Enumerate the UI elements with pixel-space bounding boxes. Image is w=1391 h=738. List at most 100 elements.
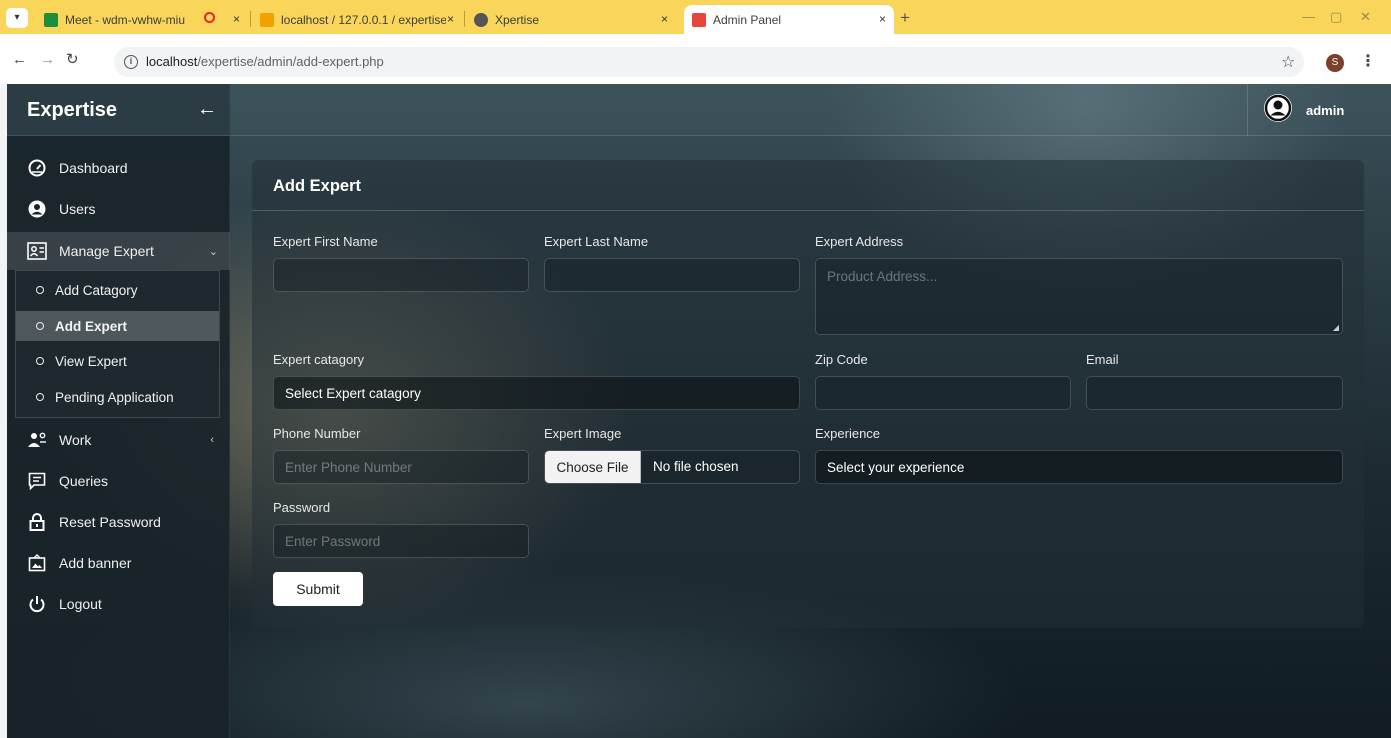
category-label: Expert catagory [273, 352, 365, 367]
dashboard-icon [27, 158, 47, 178]
chevron-down-icon: ⌄ [208, 245, 218, 258]
phone-label: Phone Number [273, 426, 361, 441]
tab-close-icon[interactable]: × [233, 12, 240, 26]
last-name-label: Expert Last Name [544, 234, 649, 249]
site-info-icon[interactable]: i [124, 55, 138, 69]
category-select-value: Select Expert catagory [285, 385, 421, 401]
experience-label: Experience [815, 426, 881, 441]
profile-avatar[interactable]: S [1326, 54, 1344, 72]
first-name-label: Expert First Name [273, 234, 378, 249]
tab-title: localhost / 127.0.0.1 / expertise [281, 12, 446, 27]
experience-select[interactable]: Select your experience [815, 450, 1343, 484]
sidebar-item-label: Work [59, 432, 92, 448]
lock-icon [27, 512, 47, 532]
submenu-item-add-catagory[interactable]: Add Catagory [16, 275, 219, 305]
recording-icon [204, 12, 215, 23]
page-title: Add Expert [273, 177, 362, 195]
sidebar-item-queries[interactable]: Queries [7, 463, 230, 499]
image-label: Expert Image [544, 426, 622, 441]
address-placeholder: Product Address... [827, 269, 938, 284]
minimize-icon[interactable]: — [1302, 9, 1315, 24]
experience-select-value: Select your experience [827, 459, 965, 475]
globe-favicon-icon [474, 12, 488, 27]
email-input[interactable] [1086, 376, 1343, 410]
chevron-left-icon: ‹ [210, 434, 214, 446]
email-label: Email [1086, 352, 1119, 367]
zip-label: Zip Code [815, 352, 868, 367]
sidebar-item-add-banner[interactable]: Add banner [7, 545, 230, 581]
submit-button[interactable]: Submit [273, 572, 363, 606]
sidebar-item-users[interactable]: Users [7, 191, 230, 227]
sidebar-item-work[interactable]: Work ‹ [7, 422, 230, 458]
tab-title: Meet - wdm-vwhw-miu [65, 12, 186, 27]
password-input[interactable]: Enter Password [273, 524, 529, 558]
image-file-input[interactable]: Choose File No file chosen [544, 450, 800, 484]
tab-close-icon[interactable]: × [447, 12, 454, 26]
sidebar-item-logout[interactable]: Logout [7, 586, 230, 622]
circle-bullet-icon [36, 286, 44, 294]
browser-tab-strip: ▾ Meet - wdm-vwhw-miu × localhost / 127.… [0, 0, 1391, 34]
category-select[interactable]: Select Expert catagory [273, 376, 800, 410]
maximize-icon[interactable]: ▢ [1330, 9, 1342, 25]
browser-menu-icon[interactable]: ⋮ [1360, 51, 1376, 71]
tab-close-icon[interactable]: × [661, 12, 668, 26]
sidebar-item-dashboard[interactable]: Dashboard [7, 150, 230, 186]
reload-icon[interactable]: ↻ [66, 52, 79, 67]
tab-admin-panel[interactable]: Admin Panel × [684, 5, 894, 34]
phpmyadmin-favicon-icon [260, 12, 274, 27]
choose-file-button[interactable]: Choose File [545, 451, 641, 483]
sidebar-item-label: Queries [59, 473, 109, 489]
user-menu[interactable]: admin [1247, 84, 1367, 136]
new-tab-icon[interactable]: + [900, 8, 910, 28]
sidebar-item-label: Manage Expert [59, 243, 154, 259]
bookmark-star-icon[interactable]: ☆ [1281, 52, 1295, 72]
username: admin [1306, 103, 1345, 118]
tab-title: Admin Panel [713, 12, 782, 27]
submenu-item-pending-application[interactable]: Pending Application [16, 382, 219, 412]
circle-bullet-icon [36, 357, 44, 365]
tab-close-icon[interactable]: × [879, 12, 886, 26]
password-label: Password [273, 500, 331, 515]
file-status: No file chosen [653, 459, 739, 474]
sidebar-brand: Expertise ← [7, 84, 230, 136]
forward-arrow-icon[interactable]: → [40, 52, 55, 67]
brand-title[interactable]: Expertise [27, 99, 117, 122]
phone-placeholder: Enter Phone Number [285, 459, 412, 475]
circle-bullet-icon [36, 393, 44, 401]
admin-page: Expertise ← Dashboard Users Manage Exper… [7, 84, 1391, 738]
add-expert-card: Add Expert Expert First Name Expert Last… [252, 160, 1364, 628]
manage-expert-submenu: Add Catagory Add Expert View Expert Pend… [15, 270, 220, 418]
sidebar-item-reset-password[interactable]: Reset Password [7, 504, 230, 540]
sidebar-item-label: Reset Password [59, 514, 161, 530]
card-divider [252, 210, 1364, 211]
url-path: /expertise/admin/add-expert.php [197, 54, 384, 69]
sidebar-item-label: Users [59, 201, 96, 217]
submenu-item-label: View Expert [55, 353, 127, 369]
phone-input[interactable]: Enter Phone Number [273, 450, 529, 484]
sidebar-item-manage-expert[interactable]: Manage Expert ⌄ [7, 232, 230, 270]
last-name-input[interactable] [544, 258, 800, 292]
url-host: localhost [146, 54, 198, 69]
queries-icon [27, 471, 47, 491]
work-icon [27, 430, 47, 450]
tab-phpmyadmin[interactable]: localhost / 127.0.0.1 / expertise × [252, 5, 462, 34]
resize-grip-icon[interactable]: ◢ [1333, 323, 1339, 332]
sidebar-collapse-arrow-icon[interactable]: ← [197, 98, 217, 121]
first-name-input[interactable] [273, 258, 529, 292]
url-text[interactable]: localhost/expertise/admin/add-expert.php [146, 54, 384, 69]
tab-meet[interactable]: Meet - wdm-vwhw-miu × [36, 5, 248, 34]
tab-separator [464, 11, 465, 27]
meet-favicon-icon [44, 12, 58, 27]
address-textarea[interactable]: Product Address... ◢ [815, 258, 1343, 335]
address-label: Expert Address [815, 234, 904, 249]
submenu-item-label: Pending Application [55, 389, 174, 405]
sidebar: Expertise ← Dashboard Users Manage Exper… [7, 84, 230, 738]
submenu-item-add-expert[interactable]: Add Expert [16, 311, 219, 341]
tab-search-chevron-icon[interactable]: ▾ [6, 8, 28, 28]
zip-input[interactable] [815, 376, 1071, 410]
window-close-icon[interactable]: ✕ [1360, 9, 1371, 25]
submenu-item-view-expert[interactable]: View Expert [16, 346, 219, 376]
tab-xpertise[interactable]: Xpertise × [466, 5, 676, 34]
back-arrow-icon[interactable]: ← [12, 52, 27, 67]
user-avatar-icon[interactable] [1264, 94, 1292, 122]
